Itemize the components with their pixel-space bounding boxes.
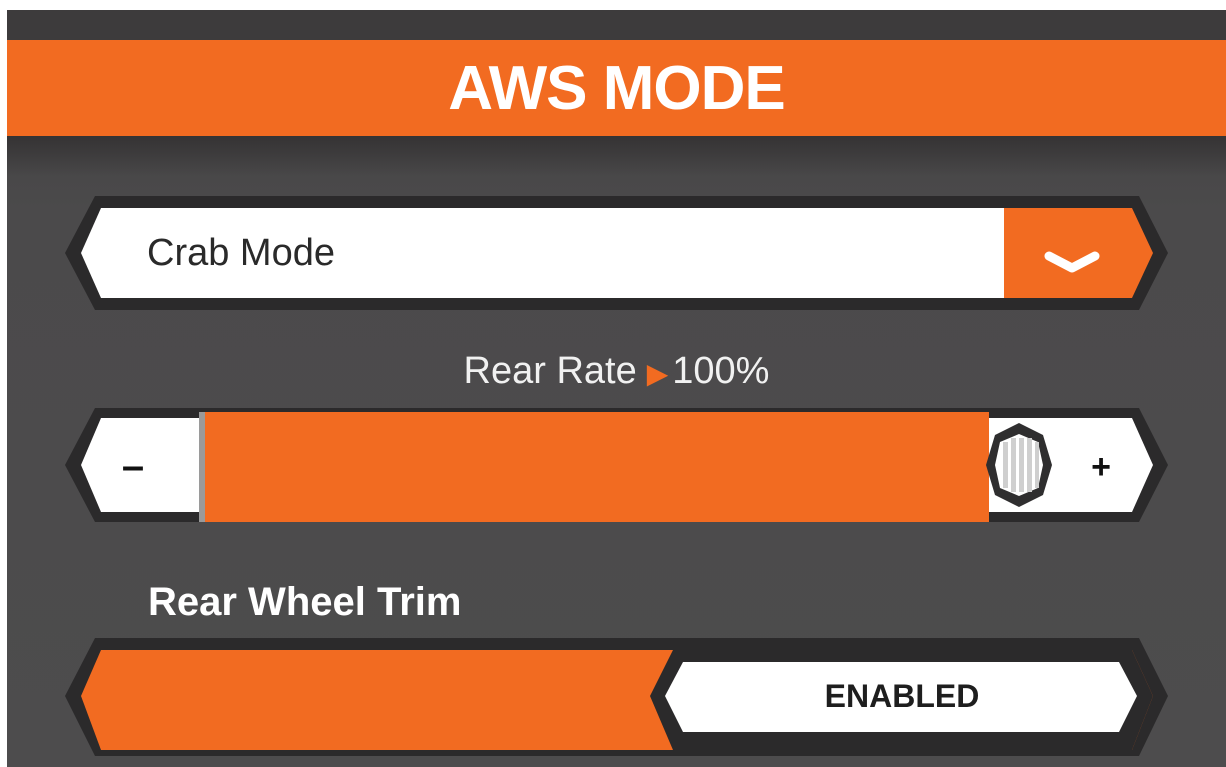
slider-fill (199, 412, 989, 522)
slider-handle[interactable] (986, 423, 1052, 507)
mode-select-button[interactable] (1004, 208, 1153, 298)
grip-line (1027, 438, 1032, 492)
slider-plus-button[interactable]: + (1091, 448, 1111, 486)
enabled-label: ENABLED (824, 678, 980, 714)
aws-mode-screen: AWS MODE – + Crab Mode Rear Rate ▶ 100% … (7, 10, 1226, 767)
grip-line (1011, 438, 1016, 492)
grip-line (1035, 442, 1039, 488)
rear-rate-label: Rear Rate (463, 350, 637, 392)
rear-rate-readout: Rear Rate ▶ 100% (7, 350, 1226, 393)
play-arrow-icon: ▶ (646, 358, 669, 389)
mode-select-value: Crab Mode (147, 232, 335, 274)
rear-rate-slider[interactable]: – + (65, 408, 1168, 522)
rear-rate-value: 100% (672, 350, 770, 392)
slider-zero-mark (199, 412, 205, 522)
rear-wheel-trim-label: Rear Wheel Trim (148, 580, 462, 624)
slider-minus-button[interactable]: – (122, 444, 144, 488)
grip-line (1003, 442, 1008, 488)
grip-line (1019, 438, 1024, 492)
